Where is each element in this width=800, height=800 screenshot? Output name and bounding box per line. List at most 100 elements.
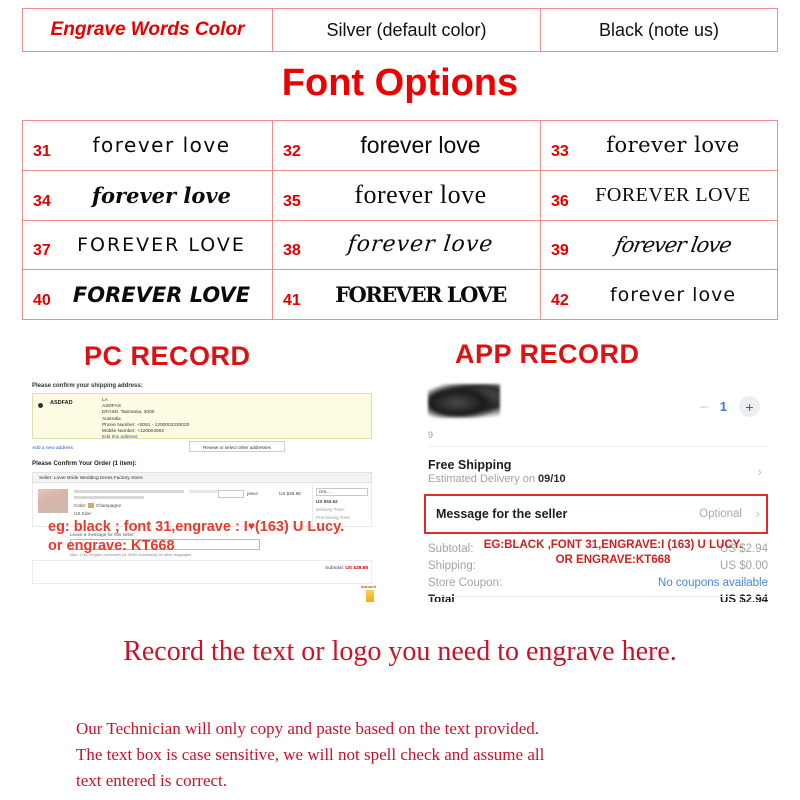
app-shipping-title: Free Shipping — [428, 458, 512, 472]
font-number-41: 41 — [283, 292, 301, 309]
pc-shipping-select[interactable]: DHL... — [316, 488, 368, 496]
pc-annotation-line-1: eg: black ; font 31,engrave : I♥(163) U … — [48, 518, 344, 537]
pc-record-heading: PC RECORD — [84, 341, 251, 371]
heart-icon: ♥ — [247, 519, 255, 533]
pc-edit-address-link[interactable]: Edit this address — [102, 435, 189, 441]
font-options-table: 31 forever love 32 forever love 33 forev… — [22, 120, 778, 320]
footer-note-line-1: Our Technician will only copy and paste … — [76, 719, 540, 738]
footer-note: Our Technician will only copy and paste … — [76, 716, 736, 794]
app-shipping-subtitle: Estimated Delivery on 09/10 — [428, 473, 566, 485]
font-number-35: 35 — [283, 192, 301, 210]
pc-delivery-time-label: Delivery Time: — [316, 507, 346, 512]
app-divider-top — [428, 446, 768, 447]
app-product-image — [428, 384, 500, 418]
font-sample-32: forever love — [360, 131, 481, 158]
app-coupon-label: Store Coupon: — [428, 576, 503, 589]
font-sample-31: forever love — [92, 133, 231, 158]
font-sample-40: FOREVER LOVE — [72, 282, 251, 307]
app-quantity-stepper[interactable]: – 1 + — [699, 396, 760, 417]
pc-address-box — [32, 393, 372, 439]
app-divider-bottom — [428, 596, 768, 597]
pc-add-new-address-link[interactable]: Add a new address — [32, 446, 73, 451]
font-number-31: 31 — [33, 142, 51, 160]
pc-quantity-unit: piece — [247, 491, 258, 496]
app-coupon-value[interactable]: No coupons available — [658, 577, 768, 589]
font-option-39[interactable]: 39 forever love — [541, 221, 777, 270]
app-annotation-line-2: OR ENGRAVE:KT668 — [555, 554, 671, 566]
pc-quantity-input[interactable] — [218, 490, 244, 498]
font-number-34: 34 — [33, 192, 51, 210]
engrave-color-header: Engrave Words Color — [23, 9, 273, 51]
font-option-40[interactable]: 40 FOREVER LOVE — [23, 270, 273, 319]
pc-record-annotation: eg: black ; font 31,engrave : I♥(163) U … — [48, 518, 344, 556]
app-shipping-date: 09/10 — [538, 473, 566, 485]
font-option-36[interactable]: 36 FOREVER LOVE — [541, 171, 777, 220]
font-options-title: Font Options — [281, 62, 519, 104]
engrave-color-option-silver: Silver (default color) — [273, 9, 541, 51]
pc-annotation-line-1-pre: eg: black ; font 31,engrave : I — [48, 519, 248, 535]
pc-color-label: Color: — [74, 503, 87, 508]
app-summary-row-coupon: Store Coupon: No coupons available — [428, 574, 768, 591]
pc-place-order-button[interactable] — [366, 590, 374, 602]
pc-item-thumbnail — [38, 489, 68, 513]
font-row: 34 forever love 35 forever love 36 FOREV… — [23, 170, 777, 221]
pc-shipping-price: US $53.62 — [316, 499, 338, 504]
font-option-35[interactable]: 35 forever love — [273, 170, 541, 220]
font-option-34[interactable]: 34 forever love — [23, 170, 273, 220]
pc-subtotal: Subtotal: US $28.88 — [325, 566, 368, 571]
font-row: 31 forever love 32 forever love 33 forev… — [23, 121, 777, 171]
font-row: 37 FOREVER LOVE 38 forever love 39 forev… — [23, 220, 777, 271]
font-option-31[interactable]: 31 forever love — [23, 121, 273, 170]
pc-item-price: US $28.88 — [279, 491, 301, 496]
font-option-41[interactable]: 41 FOREVER LOVE — [273, 270, 541, 319]
font-number-39: 39 — [551, 242, 569, 260]
app-item-count: 9 — [428, 430, 434, 440]
font-sample-36: FOREVER LOVE — [595, 183, 751, 206]
app-message-chevron-right-icon[interactable]: › — [756, 506, 760, 521]
font-sample-34: forever love — [92, 182, 231, 208]
font-number-32: 32 — [283, 142, 301, 160]
app-record-heading: APP RECORD — [455, 339, 640, 369]
font-option-37[interactable]: 37 FOREVER LOVE — [23, 220, 273, 270]
app-total-label: Total — [428, 593, 455, 603]
app-record-annotation: EG:BLACK ,FONT 31,ENGRAVE:I (163) U LUCY… — [448, 538, 778, 568]
font-option-38[interactable]: 38 forever love — [273, 220, 541, 270]
font-number-40: 40 — [33, 292, 51, 309]
pc-item-subtitle-placeholder — [74, 496, 144, 499]
font-sample-37: FOREVER LOVE — [77, 233, 246, 256]
font-sample-35: forever love — [354, 180, 487, 210]
pc-order-prompt: Please Confirm Your Order (1 item): — [32, 460, 137, 467]
pc-address-radio[interactable] — [38, 403, 43, 408]
app-shipping-sub-pre: Estimated Delivery on — [428, 473, 539, 485]
app-message-label: Message for the seller — [436, 507, 568, 521]
engrave-color-option-black: Black (note us) — [598, 19, 720, 40]
pc-amount-label: Amount — [360, 584, 376, 589]
font-row: 40 FOREVER LOVE 41 FOREVER LOVE 42 forev… — [23, 270, 777, 319]
pc-subtotal-value: US $28.88 — [345, 566, 368, 571]
font-number-37: 37 — [33, 242, 51, 260]
app-message-optional: Optional — [699, 508, 742, 520]
pc-store-name: Seller: Lover Bride Wedding Dress Factor… — [32, 472, 372, 483]
pc-review-addresses-button[interactable]: Review or select other addresses — [189, 441, 285, 452]
pc-record-screenshot: Please confirm your shipping address: AS… — [24, 380, 384, 602]
font-number-36: 36 — [551, 192, 569, 210]
pc-annotation-line-2: or engrave: KT668 — [48, 538, 175, 554]
app-quantity-plus-icon[interactable]: + — [739, 396, 760, 417]
pc-item-title-placeholder — [74, 490, 184, 493]
font-option-42[interactable]: 42 forever love — [541, 270, 777, 319]
font-number-33: 33 — [551, 142, 569, 160]
font-option-32[interactable]: 32 forever love — [273, 121, 541, 170]
font-sample-38: forever love — [346, 232, 495, 258]
app-annotation-line-1: EG:BLACK ,FONT 31,ENGRAVE:I (163) U LUCY… — [483, 539, 743, 551]
font-sample-42: forever love — [609, 283, 737, 306]
pc-summary-box — [32, 560, 372, 584]
footer-main-line: Record the text or logo you need to engr… — [123, 636, 677, 667]
font-option-33[interactable]: 33 forever love — [541, 121, 777, 170]
engrave-color-table: Engrave Words Color Silver (default colo… — [22, 8, 778, 52]
footer-note-line-3: text entered is correct. — [76, 771, 228, 790]
app-shipping-chevron-right-icon[interactable]: › — [758, 464, 762, 479]
font-number-42: 42 — [551, 292, 569, 309]
pc-size-label: US Size: — [74, 511, 92, 516]
app-quantity-minus-icon[interactable]: – — [699, 399, 707, 414]
font-number-38: 38 — [283, 242, 301, 260]
